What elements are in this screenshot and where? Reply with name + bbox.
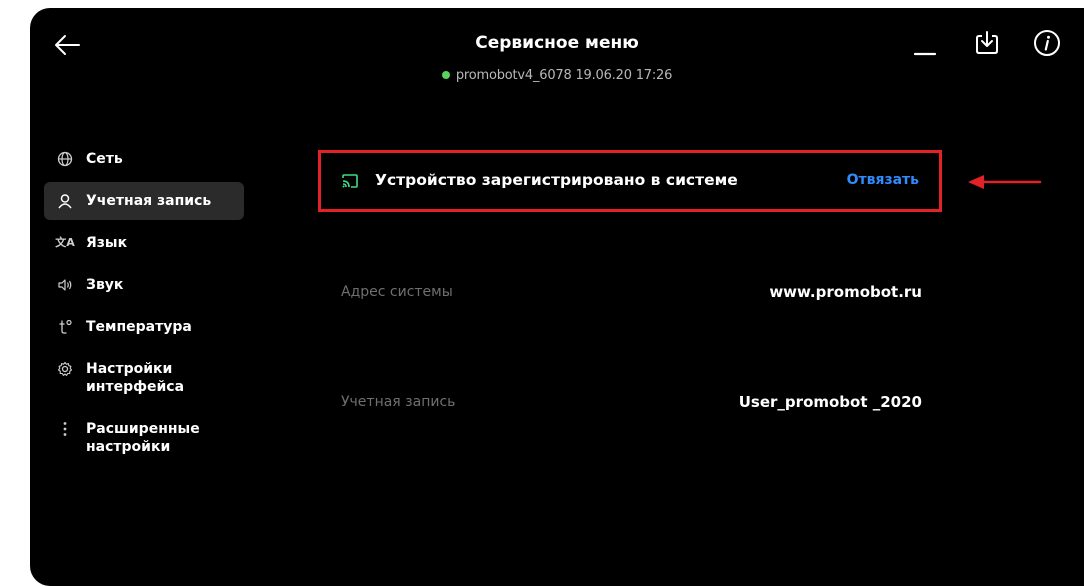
sidebar-item-label: Температура	[86, 319, 192, 335]
temperature-icon	[54, 318, 76, 336]
sidebar-item-interface-settings[interactable]: Настройки интерфейса	[44, 350, 244, 406]
device-status-text: promobotv4_6078 19.06.20 17:26	[455, 68, 673, 83]
account-value: User_promobot _2020	[738, 393, 922, 411]
sidebar-item-label: Язык	[86, 235, 128, 251]
settings-sidebar: Сеть Учетная запись 文A Язык Звук Темпера…	[44, 140, 244, 470]
system-address-value: www.promobot.ru	[769, 283, 922, 301]
sidebar-item-sound[interactable]: Звук	[44, 266, 244, 304]
sidebar-item-label: Учетная запись	[86, 193, 212, 209]
online-status-dot	[441, 70, 450, 79]
service-menu-screen: Сервисное меню promobotv4_6078 19.06.20 …	[30, 8, 1084, 586]
sidebar-item-label: Расширенные настройки	[86, 421, 200, 455]
system-address-label: Адрес системы	[341, 284, 453, 300]
sidebar-item-label: Сеть	[86, 151, 123, 167]
sidebar-item-account[interactable]: Учетная запись	[44, 182, 244, 220]
annotation-arrow-icon	[966, 172, 1042, 192]
sidebar-item-label: Настройки интерфейса	[86, 361, 185, 395]
gear-icon	[54, 360, 76, 378]
cast-icon	[341, 172, 359, 190]
sidebar-item-temperature[interactable]: Температура	[44, 308, 244, 346]
account-label: Учетная запись	[341, 394, 456, 410]
user-icon	[54, 192, 76, 210]
unbind-button[interactable]: Отвязать	[847, 172, 919, 188]
sidebar-item-language[interactable]: 文A Язык	[44, 224, 244, 262]
sidebar-item-label: Звук	[86, 277, 124, 293]
device-status: promobotv4_6078 19.06.20 17:26	[30, 68, 1084, 83]
more-vertical-icon	[54, 420, 76, 438]
translate-icon: 文A	[55, 236, 75, 249]
sidebar-item-advanced-settings[interactable]: Расширенные настройки	[44, 410, 244, 466]
minimize-icon[interactable]	[910, 28, 940, 58]
sidebar-item-network[interactable]: Сеть	[44, 140, 244, 178]
registration-status-highlight: Устройство зарегистрировано в системе От…	[318, 150, 942, 212]
download-icon[interactable]	[972, 28, 1002, 58]
registration-status-text: Устройство зарегистрировано в системе	[375, 171, 738, 189]
speaker-icon	[54, 276, 76, 294]
info-icon[interactable]	[1032, 28, 1062, 58]
globe-icon	[54, 150, 76, 168]
